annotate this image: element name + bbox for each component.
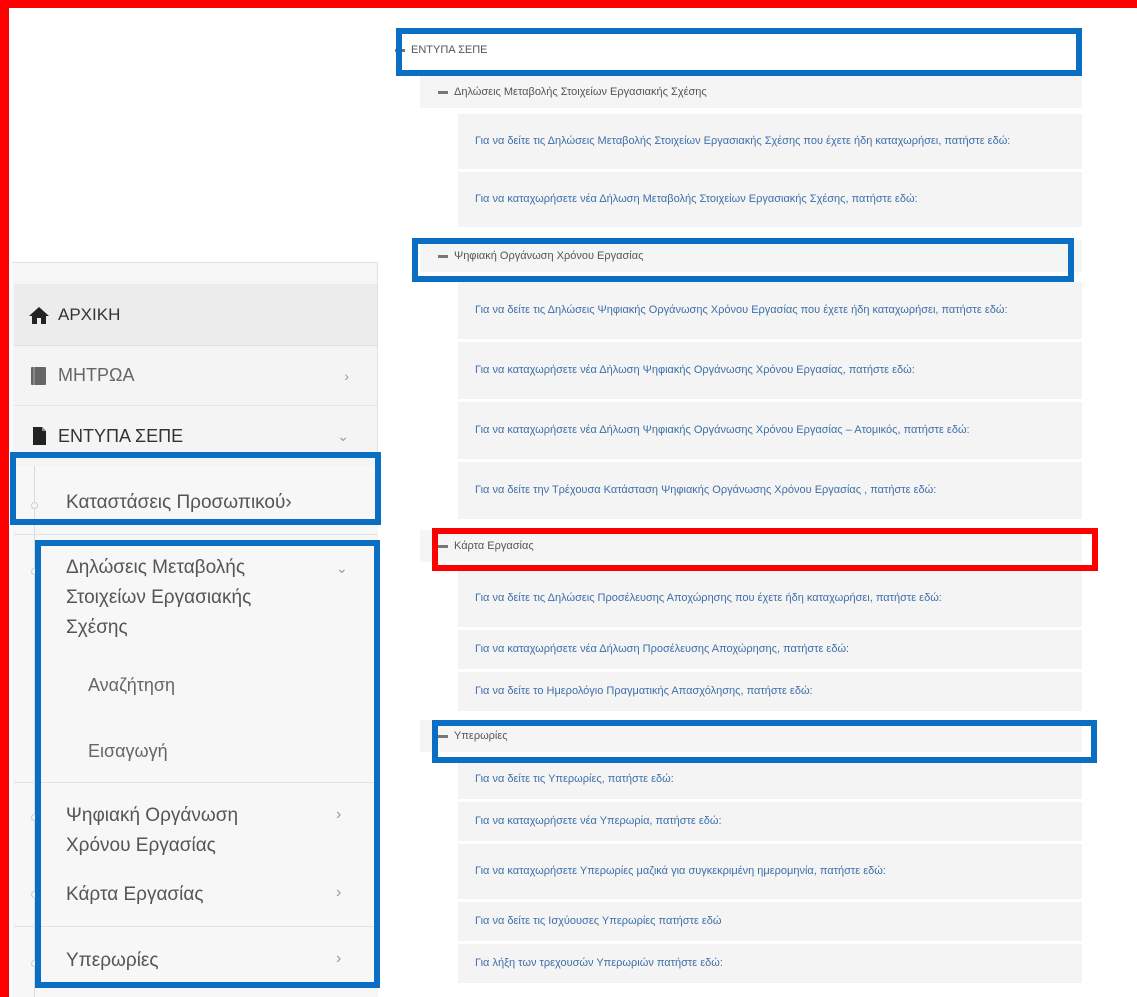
collapse-icon [438, 90, 448, 94]
chevron-right-icon: › [344, 367, 349, 384]
link[interactable]: Για να καταχωρήσετε Υπερωρίες μαζικά για… [458, 844, 1082, 900]
sidebar-item-mitroa-label: ΜΗΤΡΩΑ [58, 365, 135, 385]
separator [14, 534, 378, 535]
red-frame-top [0, 0, 1137, 8]
highlight-box-submenu [35, 540, 380, 988]
sidebar-item-home[interactable]: ΑΡΧΙΚΗ [14, 284, 377, 346]
sidebar-item-mitroa[interactable]: ΜΗΤΡΩΑ › [14, 346, 377, 406]
highlight-box-psifiaki [412, 238, 1074, 282]
sidebar-item-home-label: ΑΡΧΙΚΗ [58, 304, 121, 324]
link[interactable]: Για να δείτε τις Δηλώσεις Προσέλευσης Απ… [458, 570, 1082, 628]
link[interactable]: Για να καταχωρήσετε νέα Δήλωση Μεταβολής… [458, 172, 1082, 228]
home-icon [29, 306, 49, 324]
link[interactable]: Για να δείτε τις Ισχύουσες Υπερωρίες πατ… [458, 902, 1082, 942]
link[interactable]: Για να καταχωρήσετε νέα Δήλωση Ψηφιακής … [458, 402, 1082, 460]
link[interactable]: Για να καταχωρήσετε νέα Δήλωση Προσέλευσ… [458, 630, 1082, 670]
sidebar-item-entypa-label: ΕΝΤΥΠΑ ΣΕΠΕ [58, 425, 184, 446]
document-icon [33, 427, 46, 445]
section-title: Δηλώσεις Μεταβολής Στοιχείων Εργασιακής … [454, 86, 707, 98]
chevron-down-icon: ⌄ [337, 427, 349, 444]
section-dilwseis[interactable]: Δηλώσεις Μεταβολής Στοιχείων Εργασιακής … [420, 76, 1082, 108]
link[interactable]: Για να δείτε τις Δηλώσεις Μεταβολής Στοι… [458, 114, 1082, 170]
highlight-box-root [396, 28, 1082, 76]
highlight-box-yperories [432, 720, 1097, 763]
link[interactable]: Για να δείτε την Τρέχουσα Κατάσταση Ψηφι… [458, 462, 1082, 520]
link[interactable]: Για να δείτε τις Δηλώσεις Ψηφιακής Οργάν… [458, 282, 1082, 340]
red-frame-left [0, 0, 9, 997]
book-icon [31, 366, 46, 385]
link[interactable]: Για λήξη των τρεχουσών Υπερωριών πατήστε… [458, 944, 1082, 984]
link[interactable]: Για να καταχωρήσετε νέα Δήλωση Ψηφιακής … [458, 342, 1082, 400]
highlight-box-karta [432, 528, 1098, 571]
link[interactable]: Για να δείτε τις Υπερωρίες, πατήστε εδώ: [458, 760, 1082, 800]
link[interactable]: Για να καταχωρήσετε νέα Υπερωρία, πατήστ… [458, 802, 1082, 842]
link[interactable]: Για να δείτε το Ημερολόγιο Πραγματικής Α… [458, 672, 1082, 712]
highlight-box-katastaseis [10, 452, 381, 525]
